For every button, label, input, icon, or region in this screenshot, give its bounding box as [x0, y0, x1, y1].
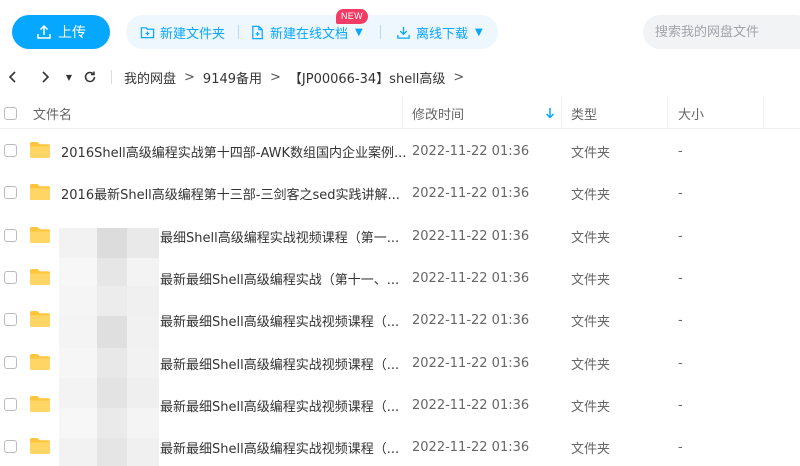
folder-icon — [30, 438, 50, 454]
file-size: - — [678, 397, 683, 413]
caret-down-icon: ▼ — [355, 26, 363, 38]
file-name[interactable]: 最新最细Shell高级编程实战视频课程（... — [160, 426, 399, 466]
new-folder-label: 新建文件夹 — [160, 26, 226, 42]
folder-icon — [30, 311, 50, 327]
file-modified: 2022-11-22 01:36 — [412, 312, 530, 328]
file-modified: 2022-11-22 01:36 — [412, 270, 530, 286]
breadcrumb-item[interactable]: 9149备用 — [203, 68, 262, 87]
file-size: - — [678, 228, 683, 244]
folder-icon — [30, 354, 50, 370]
folder-icon — [30, 269, 50, 285]
action-group: 新建文件夹 新建在线文档 ▼ 离线下载 ▼ — [126, 15, 498, 49]
folder-icon — [30, 396, 50, 412]
file-type: 文件夹 — [571, 399, 611, 415]
column-divider — [763, 97, 764, 129]
new-online-doc-label: 新建在线文档 — [270, 26, 349, 42]
file-type: 文件夹 — [571, 441, 611, 457]
row-checkbox[interactable] — [4, 229, 17, 242]
toolbar-divider — [238, 25, 239, 39]
file-name[interactable]: 最新最细Shell高级编程实战视频课程（... — [160, 299, 399, 341]
search-input[interactable] — [643, 15, 800, 49]
new-doc-icon — [252, 25, 263, 39]
chevron-left-icon[interactable] — [5, 62, 21, 92]
new-folder-icon — [140, 26, 155, 38]
folder-icon — [30, 184, 50, 200]
table-header: 文件名 修改时间 类型 大小 — [0, 97, 800, 129]
row-checkbox[interactable] — [4, 398, 17, 411]
nav-bar: ▼ 我的网盘 > 9149备用 > 【JP00066-34】shell高级 > — [0, 62, 800, 92]
breadcrumb: 我的网盘 > 9149备用 > 【JP00066-34】shell高级 > — [124, 62, 464, 92]
toolbar-divider — [380, 25, 381, 39]
chevron-right-icon[interactable] — [37, 62, 53, 92]
upload-button[interactable]: 上传 — [12, 15, 110, 49]
select-all-checkbox[interactable] — [4, 97, 17, 129]
file-name[interactable]: 最细Shell高级编程实战视频课程（第一... — [160, 215, 399, 257]
file-modified: 2022-11-22 01:36 — [412, 439, 530, 455]
file-type: 文件夹 — [571, 145, 611, 161]
file-modified: 2022-11-22 01:36 — [412, 397, 530, 413]
breadcrumb-separator: > — [453, 69, 465, 85]
row-checkbox[interactable] — [4, 186, 17, 199]
file-name[interactable]: 最新最细Shell高级编程实战（第十一、... — [160, 257, 399, 299]
caret-down-icon: ▼ — [475, 26, 483, 38]
file-name[interactable]: 2016Shell高级编程实战第十四部-AWK数组国内企业案例... — [61, 130, 406, 172]
breadcrumb-separator: > — [184, 69, 195, 85]
breadcrumb-separator: > — [270, 69, 281, 85]
column-divider — [402, 97, 403, 129]
nav-divider — [111, 70, 112, 84]
row-checkbox[interactable] — [4, 144, 17, 157]
breadcrumb-item-current[interactable]: 【JP00066-34】shell高级 — [289, 68, 446, 87]
table-row[interactable]: 2016最新Shell高级编程第十三部-三剑客之sed实践讲解... 2022-1… — [0, 172, 800, 214]
file-size: - — [678, 143, 683, 159]
file-modified: 2022-11-22 01:36 — [412, 355, 530, 371]
upload-icon — [37, 24, 51, 39]
column-header-type[interactable]: 类型 — [571, 97, 597, 129]
file-type: 文件夹 — [571, 272, 611, 288]
column-divider — [667, 97, 668, 129]
file-size: - — [678, 355, 683, 371]
sort-desc-icon[interactable] — [545, 97, 555, 129]
offline-download-button[interactable]: 离线下载 ▼ — [396, 15, 483, 49]
file-type: 文件夹 — [571, 314, 611, 330]
offline-download-label: 离线下载 — [416, 26, 469, 42]
column-header-modified[interactable]: 修改时间 — [412, 97, 464, 129]
file-size: - — [678, 312, 683, 328]
row-checkbox[interactable] — [4, 356, 17, 369]
table-row[interactable]: 2016Shell高级编程实战第十四部-AWK数组国内企业案例... 2022-1… — [0, 130, 800, 172]
folder-icon — [30, 227, 50, 243]
file-type: 文件夹 — [571, 187, 611, 203]
file-type: 文件夹 — [571, 357, 611, 373]
new-folder-button[interactable]: 新建文件夹 — [140, 15, 225, 49]
file-name[interactable]: 2016最新Shell高级编程第十三部-三剑客之sed实践讲解... — [61, 172, 400, 214]
file-size: - — [678, 185, 683, 201]
file-modified: 2022-11-22 01:36 — [412, 228, 530, 244]
file-name[interactable]: 最新最细Shell高级编程实战视频课程（... — [160, 384, 399, 426]
row-checkbox[interactable] — [4, 440, 17, 453]
column-header-size[interactable]: 大小 — [678, 97, 704, 129]
file-modified: 2022-11-22 01:36 — [412, 185, 530, 201]
file-name[interactable]: 最新最细Shell高级编程实战视频课程（... — [160, 342, 399, 384]
folder-icon — [30, 142, 50, 158]
file-size: - — [678, 439, 683, 455]
file-size: - — [678, 270, 683, 286]
column-divider — [561, 97, 562, 129]
download-icon — [397, 26, 410, 39]
row-checkbox[interactable] — [4, 271, 17, 284]
breadcrumb-item[interactable]: 我的网盘 — [124, 68, 176, 87]
new-badge: NEW — [336, 9, 368, 24]
redacted-region — [59, 218, 159, 466]
toolbar: 上传 新建文件夹 新建在线文档 ▼ 离线下载 ▼ NEW — [0, 0, 800, 62]
upload-label: 上传 — [58, 25, 86, 41]
file-type: 文件夹 — [571, 230, 611, 246]
caret-down-icon[interactable]: ▼ — [64, 62, 74, 92]
refresh-icon[interactable] — [82, 62, 98, 92]
row-checkbox[interactable] — [4, 313, 17, 326]
column-header-name[interactable]: 文件名 — [33, 97, 72, 129]
file-modified: 2022-11-22 01:36 — [412, 143, 530, 159]
